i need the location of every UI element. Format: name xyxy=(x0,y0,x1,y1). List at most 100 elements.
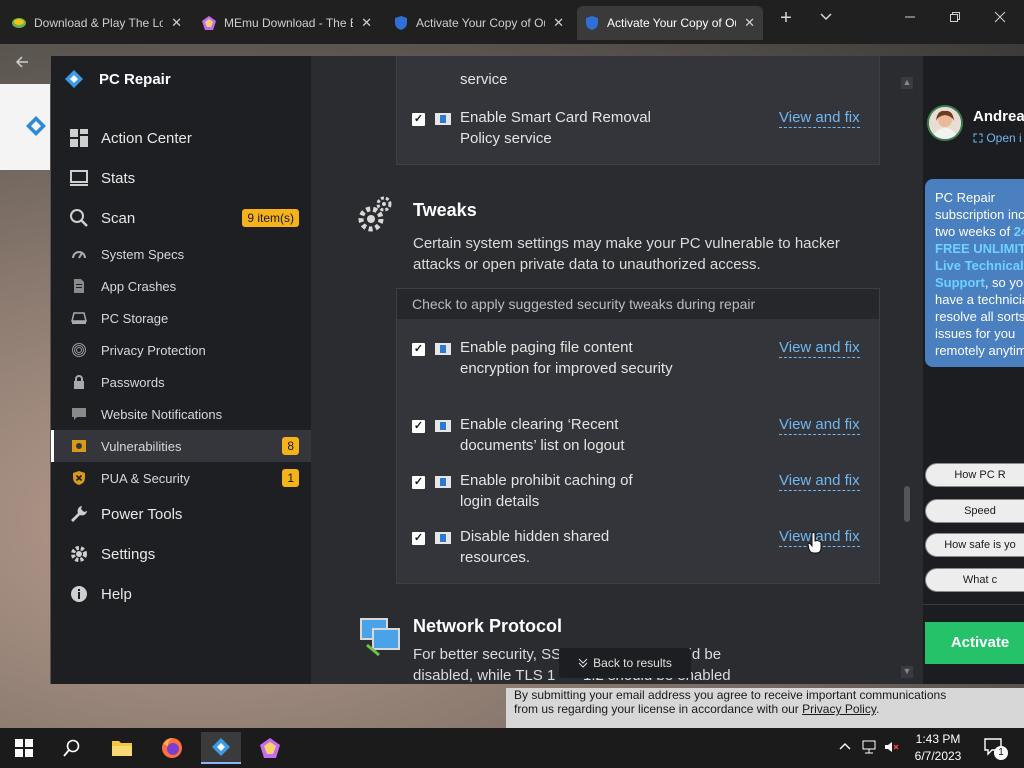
scroll-down-button[interactable]: ▼ xyxy=(901,666,913,678)
close-icon[interactable]: ✕ xyxy=(744,15,755,31)
bubble-highlight: FREE UNLIMITE xyxy=(935,241,1024,256)
nav-pc-storage[interactable]: PC Storage xyxy=(51,302,311,334)
scrollbar-thumb[interactable] xyxy=(904,486,910,522)
suggestion-pill[interactable]: How safe is yo xyxy=(925,533,1024,557)
view-and-fix-link[interactable]: View and fix xyxy=(779,416,860,435)
minimize-button[interactable] xyxy=(898,10,922,28)
nav-passwords[interactable]: Passwords xyxy=(51,366,311,398)
memu-favicon-icon xyxy=(202,16,216,30)
chevron-up-icon xyxy=(839,743,851,750)
network-status-icon xyxy=(862,740,876,754)
system-clock[interactable]: 1:43 PM 6/7/2023 xyxy=(900,731,976,765)
close-icon[interactable]: ✕ xyxy=(361,15,372,31)
new-tab-button[interactable]: + xyxy=(774,7,798,30)
email-consent-text: By submitting your email address you agr… xyxy=(506,688,1024,728)
tweak-icon xyxy=(435,532,451,544)
close-window-button[interactable] xyxy=(988,10,1012,28)
activate-button[interactable]: Activate xyxy=(925,622,1024,664)
restore-icon xyxy=(950,12,960,22)
bubble-line: , so yo xyxy=(984,275,1024,290)
memu-taskbar-button[interactable] xyxy=(250,732,290,764)
nav-privacy-protection[interactable]: Privacy Protection xyxy=(51,334,311,366)
consent-line-2-suffix: . xyxy=(875,702,880,716)
vulnerabilities-content[interactable]: service ✓ Enable Smart Card Removal Poli… xyxy=(311,56,899,684)
browser-tab[interactable]: Download & Play The Lo ✕ xyxy=(4,6,190,40)
row-text: Enable prohibit caching of login details xyxy=(460,472,633,510)
browser-tab[interactable]: MEmu Download - The B ✕ xyxy=(194,6,380,40)
chevron-down-icon xyxy=(820,13,832,21)
nav-vulnerabilities[interactable]: Vulnerabilities 8 xyxy=(51,430,311,462)
notification-center-button[interactable]: 1 xyxy=(984,738,1008,760)
file-explorer-button[interactable] xyxy=(102,732,142,764)
browser-tab-active[interactable]: Activate Your Copy of Ou ✕ xyxy=(577,6,763,40)
view-and-fix-link[interactable]: View and fix xyxy=(779,472,860,491)
nav-label: Vulnerabilities xyxy=(101,438,182,454)
windows-icon xyxy=(15,739,33,757)
checkbox[interactable]: ✓ xyxy=(412,420,425,433)
dashboard-icon xyxy=(69,128,89,148)
back-to-results-button[interactable]: Back to results xyxy=(559,648,691,678)
pc-repair-taskbar-button[interactable] xyxy=(201,732,241,764)
tweaks-card: Check to apply suggested security tweaks… xyxy=(396,288,880,584)
nav-label: Action Center xyxy=(101,129,192,147)
start-button[interactable] xyxy=(4,732,44,764)
chat-message-bubble: PC Repair subscription inc two weeks of … xyxy=(925,179,1024,367)
vault-icon xyxy=(69,436,89,456)
close-icon[interactable]: ✕ xyxy=(553,15,564,31)
tab-list-button[interactable] xyxy=(814,10,838,29)
suggestion-pill[interactable]: Speed xyxy=(925,499,1024,523)
app-title: PC Repair xyxy=(99,70,171,88)
checkbox[interactable]: ✓ xyxy=(412,476,425,489)
checkbox[interactable]: ✓ xyxy=(412,343,425,356)
row-text: Enable paging file content encryption fo… xyxy=(460,339,673,377)
view-and-fix-link[interactable]: View and fix xyxy=(779,109,860,128)
gears-icon xyxy=(358,196,392,232)
firefox-button[interactable] xyxy=(152,732,192,764)
consent-line-1: By submitting your email address you agr… xyxy=(514,688,947,702)
nav-stats[interactable]: Stats xyxy=(51,162,311,194)
nav-pua-security[interactable]: PUA & Security 1 xyxy=(51,462,311,494)
nav-power-tools[interactable]: Power Tools xyxy=(51,498,311,530)
search-button[interactable] xyxy=(52,732,92,764)
network-tray-icon[interactable] xyxy=(862,740,878,757)
open-chat-link[interactable]: Open i xyxy=(973,131,1022,145)
scroll-up-button[interactable]: ▲ xyxy=(901,77,913,89)
nav-system-specs[interactable]: System Specs xyxy=(51,238,311,270)
chat-icon xyxy=(69,404,89,424)
nav-label: System Specs xyxy=(101,246,185,262)
suggestion-pill[interactable]: How PC R xyxy=(925,463,1024,487)
sidebar: PC Repair Action Center Stats Scan 9 ite… xyxy=(51,56,311,684)
agent-avatar xyxy=(927,105,963,141)
privacy-policy-link[interactable]: Privacy Policy xyxy=(802,702,876,716)
nav-action-center[interactable]: Action Center xyxy=(51,122,311,154)
view-and-fix-link[interactable]: View and fix xyxy=(779,339,860,358)
checkbox[interactable]: ✓ xyxy=(412,532,425,545)
consent-line-2: from us regarding your license in accord… xyxy=(514,702,1024,716)
nav-settings[interactable]: Settings xyxy=(51,538,311,570)
bubble-line: PC Repair xyxy=(935,190,995,205)
bubble-line: have a technicia xyxy=(935,292,1024,307)
restore-button[interactable] xyxy=(943,10,967,28)
nav-website-notifications[interactable]: Website Notifications xyxy=(51,398,311,430)
close-icon[interactable]: ✕ xyxy=(171,15,182,31)
clock-time: 1:43 PM xyxy=(915,732,961,746)
back-arrow-icon[interactable] xyxy=(14,54,30,75)
volume-tray-icon[interactable] xyxy=(884,740,900,757)
browser-tab[interactable]: Activate Your Copy of Ou ✕ xyxy=(386,6,572,40)
back-to-results-label: Back to results xyxy=(593,656,672,670)
nav-scan[interactable]: Scan 9 item(s) xyxy=(51,202,311,234)
tweak-icon xyxy=(435,420,451,432)
suggestion-pill[interactable]: What c xyxy=(925,568,1024,592)
expand-icon xyxy=(973,133,983,143)
pua-count-badge: 1 xyxy=(282,469,299,487)
vulnerabilities-count-badge: 8 xyxy=(282,437,299,455)
lock-icon xyxy=(69,372,89,392)
minimize-icon xyxy=(905,16,915,18)
game-favicon-icon xyxy=(12,18,26,28)
nav-label: Settings xyxy=(101,545,156,563)
checkbox[interactable]: ✓ xyxy=(412,113,425,126)
nav-help[interactable]: Help xyxy=(51,578,311,610)
notification-count-badge: 1 xyxy=(994,746,1008,760)
show-hidden-icons-button[interactable] xyxy=(838,740,852,757)
nav-app-crashes[interactable]: App Crashes xyxy=(51,270,311,302)
